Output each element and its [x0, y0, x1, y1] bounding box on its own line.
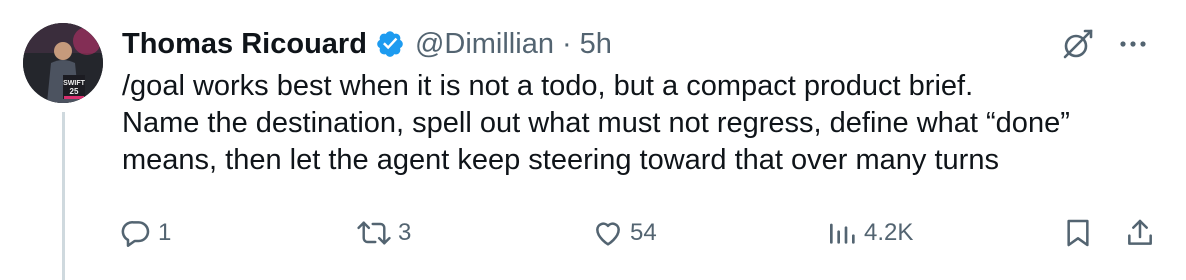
author-name[interactable]: Thomas Ricouard — [122, 28, 367, 61]
views-icon — [826, 217, 858, 249]
author-handle[interactable]: @Dimillian — [415, 28, 554, 61]
repost-icon — [356, 217, 392, 249]
heart-icon — [592, 217, 624, 249]
tweet-text-line: Name the destination, spell out what mus… — [122, 107, 1070, 139]
share-button[interactable] — [1124, 213, 1156, 253]
reply-icon — [120, 217, 152, 249]
action-bar: 1 3 54 4.2K — [120, 213, 1160, 253]
repost-count: 3 — [398, 219, 412, 246]
tweet-time[interactable]: 5h — [580, 28, 612, 61]
tweet-text-line: /goal works best when it is not a todo, … — [122, 70, 974, 102]
views-count: 4.2K — [864, 219, 914, 246]
avatar-image: SWIFT 25 — [23, 23, 103, 103]
thread-line — [62, 112, 65, 280]
tweet-text-line: means, then let the agent keep steering … — [122, 144, 999, 176]
reply-button[interactable]: 1 — [120, 213, 171, 253]
more-icon[interactable] — [1118, 29, 1148, 59]
views-button[interactable]: 4.2K — [826, 213, 913, 253]
grok-icon[interactable] — [1060, 26, 1096, 62]
tweet-header: Thomas Ricouard @Dimillian · 5h — [122, 24, 612, 64]
bookmark-button[interactable] — [1062, 213, 1094, 253]
repost-button[interactable]: 3 — [356, 213, 411, 253]
avatar-badge-top: SWIFT — [63, 80, 85, 87]
header-actions — [1060, 26, 1148, 62]
tweet-text: /goal works best when it is not a todo, … — [122, 68, 1152, 179]
avatar[interactable]: SWIFT 25 — [23, 23, 103, 103]
header-separator: · — [561, 27, 572, 60]
verified-badge-icon[interactable] — [375, 29, 405, 59]
avatar-badge-bottom: 25 — [70, 87, 79, 96]
like-count: 54 — [630, 219, 657, 246]
bookmark-icon — [1062, 217, 1094, 249]
like-button[interactable]: 54 — [592, 213, 657, 253]
reply-count: 1 — [158, 219, 172, 246]
share-icon — [1124, 217, 1156, 249]
